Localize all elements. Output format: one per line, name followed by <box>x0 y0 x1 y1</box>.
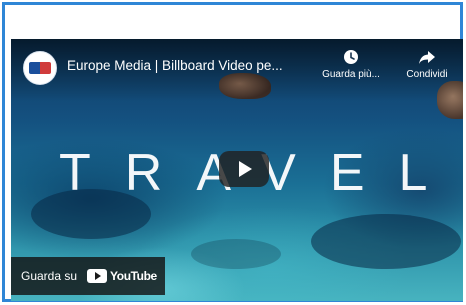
embed-frame: Europe Media | Billboard Video pe... Gua… <box>2 2 463 302</box>
youtube-wordmark: YouTube <box>110 269 157 283</box>
channel-logo-icon <box>29 62 51 74</box>
channel-avatar[interactable] <box>23 51 57 85</box>
video-title[interactable]: Europe Media | Billboard Video pe... <box>67 58 317 73</box>
reef-shape <box>191 239 281 269</box>
video-player[interactable]: Europe Media | Billboard Video pe... Gua… <box>11 39 463 301</box>
watch-later-label: Guarda più... <box>322 69 380 80</box>
play-button[interactable] <box>219 151 269 187</box>
clock-icon <box>344 50 358 64</box>
watch-later-button[interactable]: Guarda più... <box>316 49 386 80</box>
share-label: Condividi <box>406 69 448 80</box>
reef-shape <box>311 214 461 269</box>
share-button[interactable]: Condividi <box>395 49 459 80</box>
share-arrow-icon <box>419 51 435 64</box>
youtube-logo-icon <box>87 269 108 283</box>
watch-on-label: Guarda su <box>21 269 78 283</box>
watch-on-youtube-button[interactable]: Guarda su YouTube <box>11 257 165 295</box>
youtube-logo: YouTube <box>87 269 157 283</box>
player-top-bar: Europe Media | Billboard Video pe... Gua… <box>11 39 463 101</box>
play-icon <box>239 161 252 177</box>
